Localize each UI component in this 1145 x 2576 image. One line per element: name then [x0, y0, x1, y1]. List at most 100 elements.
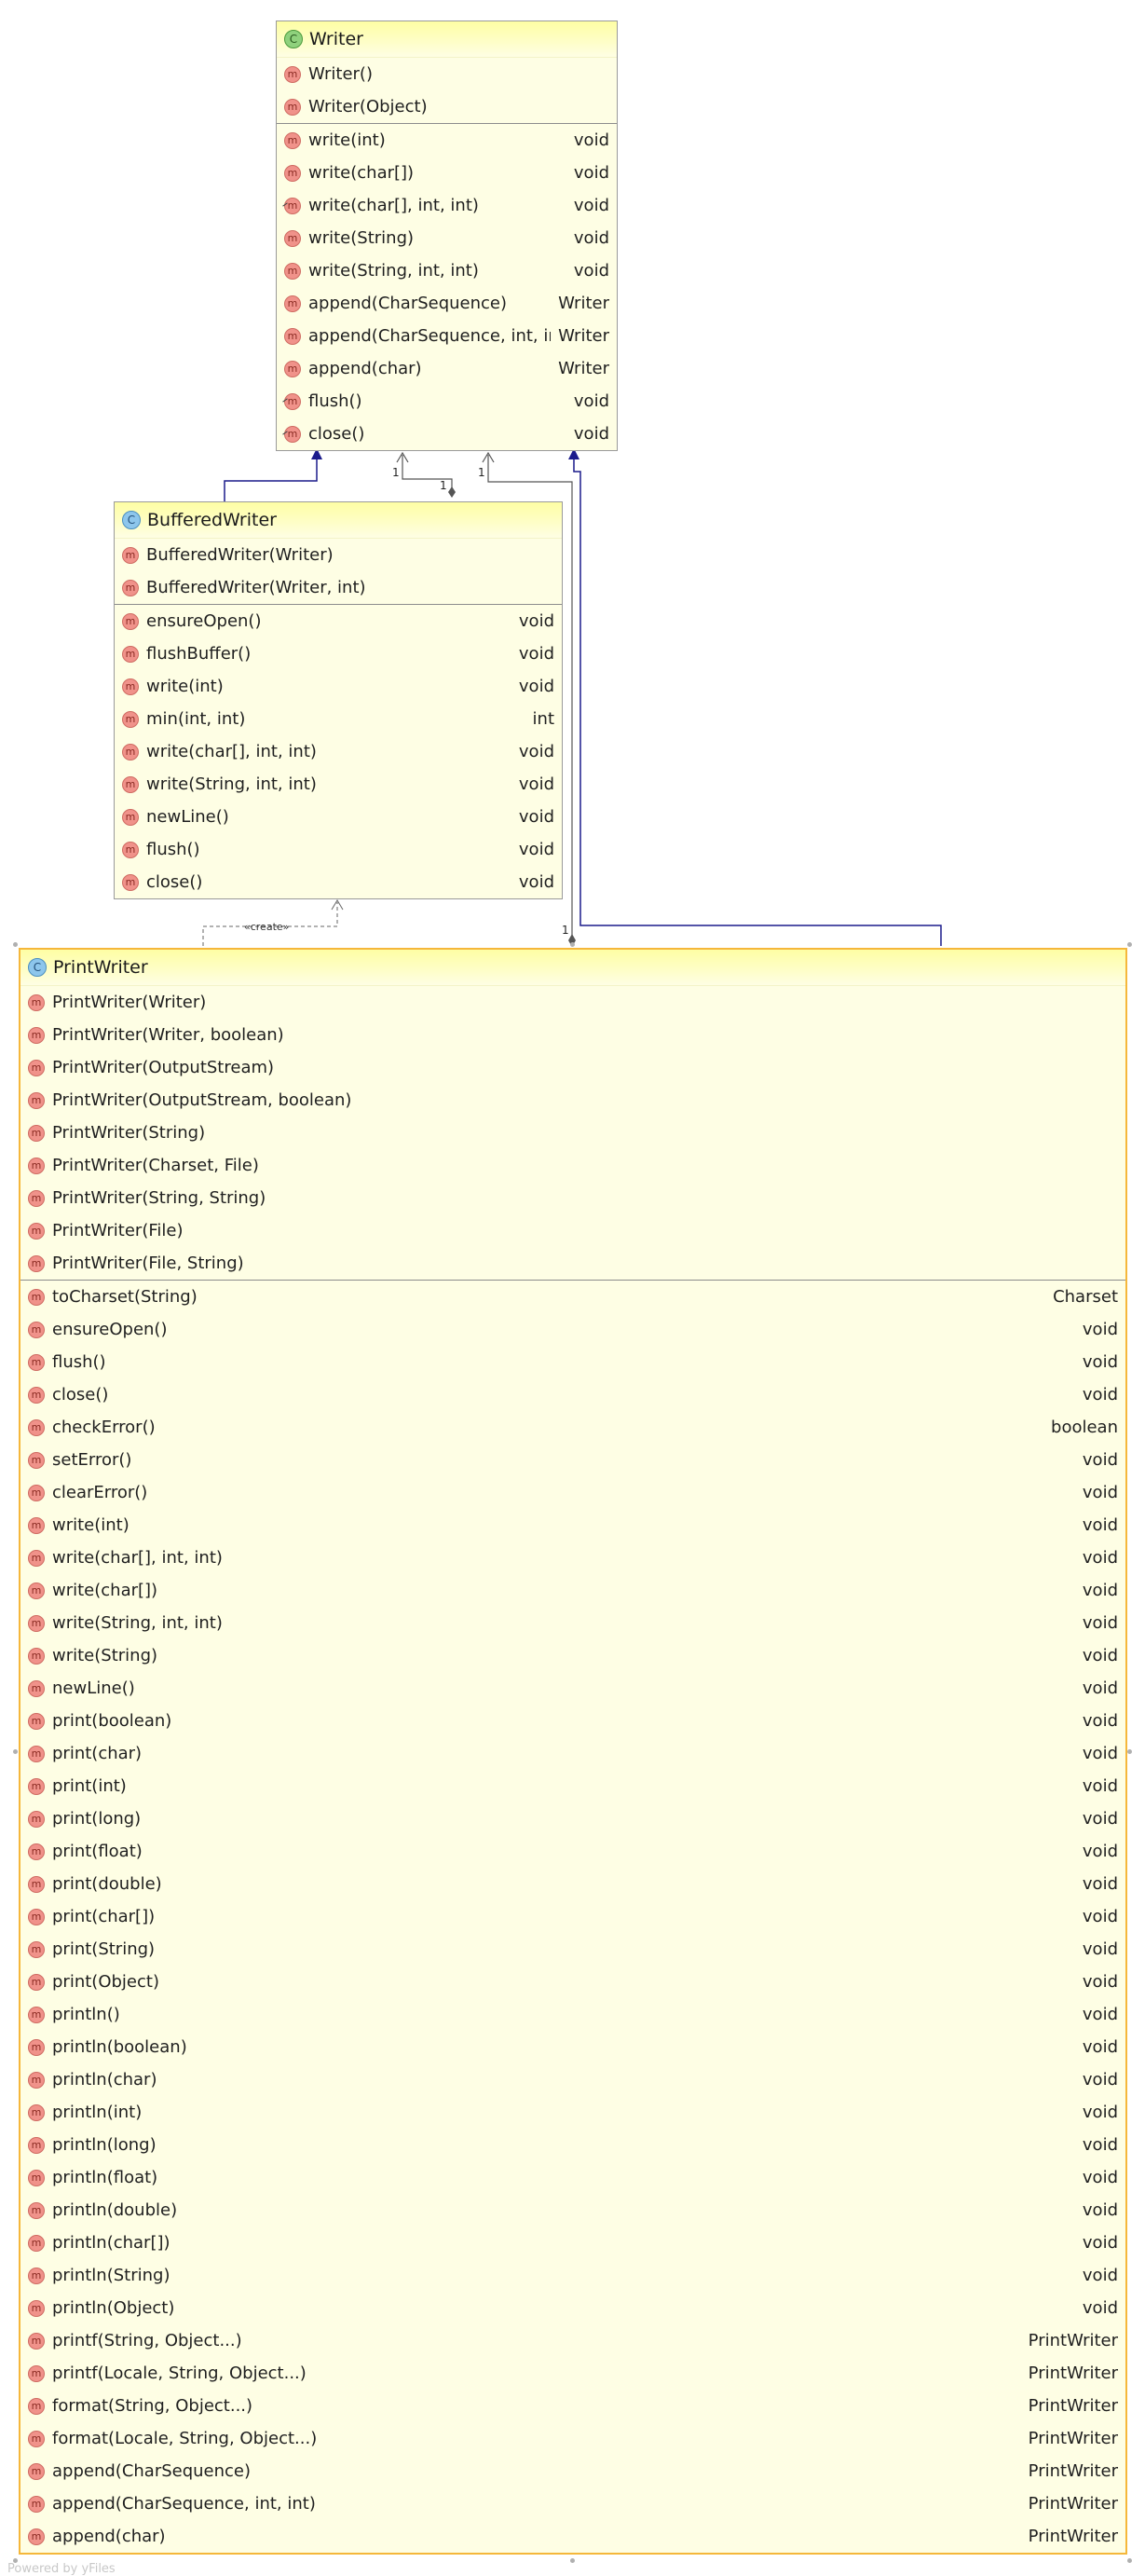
member-row[interactable]: m println(char[]) void	[20, 2227, 1125, 2259]
member-row[interactable]: m write(int) void	[115, 670, 562, 703]
member-row[interactable]: m write(char[], int, int) void	[115, 735, 562, 768]
method-icon: m	[28, 1026, 45, 1044]
method-icon: m	[284, 327, 301, 345]
member-row[interactable]: m print(int) void	[20, 1770, 1125, 1802]
member-row[interactable]: m flush() void	[277, 385, 617, 418]
resize-handle[interactable]	[13, 942, 18, 947]
member-row[interactable]: m print(char) void	[20, 1737, 1125, 1770]
class-box-bufferedwriter[interactable]: C BufferedWriter m BufferedWriter(Writer)…	[114, 501, 563, 899]
member-row[interactable]: m newLine() void	[115, 801, 562, 833]
member-row[interactable]: m print(double) void	[20, 1868, 1125, 1900]
member-row[interactable]: m write(char[]) void	[277, 157, 617, 189]
member-row[interactable]: m PrintWriter(Writer)	[20, 986, 1125, 1019]
member-return-type: void	[1082, 1613, 1118, 1633]
member-row[interactable]: m setError() void	[20, 1444, 1125, 1476]
class-header[interactable]: C Writer	[277, 21, 617, 58]
class-header[interactable]: C BufferedWriter	[115, 502, 562, 539]
member-row[interactable]: m write(int) void	[277, 124, 617, 157]
member-row[interactable]: m checkError() boolean	[20, 1411, 1125, 1444]
member-row[interactable]: m clearError() void	[20, 1476, 1125, 1509]
member-return-type: PrintWriter	[1028, 2364, 1118, 2383]
member-row[interactable]: m write(String, int, int) void	[20, 1607, 1125, 1639]
member-row[interactable]: m print(String) void	[20, 1933, 1125, 1966]
member-row[interactable]: m write(String, int, int) void	[277, 254, 617, 287]
member-row[interactable]: m print(Object) void	[20, 1966, 1125, 1998]
member-row[interactable]: m append(CharSequence) PrintWriter	[20, 2455, 1125, 2487]
class-header[interactable]: C PrintWriter	[20, 950, 1125, 986]
member-row[interactable]: m ensureOpen() void	[20, 1313, 1125, 1346]
member-row[interactable]: m PrintWriter(Writer, boolean)	[20, 1019, 1125, 1051]
member-row[interactable]: m println(long) void	[20, 2129, 1125, 2161]
member-row[interactable]: m PrintWriter(String)	[20, 1117, 1125, 1149]
member-row[interactable]: m append(CharSequence, int, int) Writer	[277, 320, 617, 352]
resize-handle[interactable]	[1127, 942, 1132, 947]
member-row[interactable]: m close() void	[20, 1378, 1125, 1411]
member-row[interactable]: m write(String) void	[277, 222, 617, 254]
member-return-type: void	[1082, 1450, 1118, 1470]
member-row[interactable]: m ensureOpen() void	[115, 605, 562, 637]
member-row[interactable]: m newLine() void	[20, 1672, 1125, 1705]
resize-handle[interactable]	[13, 1749, 18, 1754]
member-row[interactable]: m Writer(Object)	[277, 90, 617, 123]
member-row[interactable]: m print(boolean) void	[20, 1705, 1125, 1737]
member-row[interactable]: m print(char[]) void	[20, 1900, 1125, 1933]
member-row[interactable]: m BufferedWriter(Writer)	[115, 539, 562, 571]
member-row[interactable]: m println() void	[20, 1998, 1125, 2031]
member-row[interactable]: m toCharset(String) Charset	[20, 1281, 1125, 1313]
member-row[interactable]: m append(CharSequence) Writer	[277, 287, 617, 320]
member-row[interactable]: m println(double) void	[20, 2194, 1125, 2227]
member-row[interactable]: m PrintWriter(File)	[20, 1214, 1125, 1247]
resize-handle[interactable]	[570, 942, 575, 947]
member-row[interactable]: m close() void	[277, 418, 617, 450]
member-row[interactable]: m println(int) void	[20, 2096, 1125, 2129]
member-row[interactable]: m flush() void	[20, 1346, 1125, 1378]
member-row[interactable]: m println(float) void	[20, 2161, 1125, 2194]
resize-handle[interactable]	[1127, 1749, 1132, 1754]
member-row[interactable]: m BufferedWriter(Writer, int)	[115, 571, 562, 604]
member-row[interactable]: m write(String, int, int) void	[115, 768, 562, 801]
member-row[interactable]: m printf(Locale, String, Object...) PrintW…	[20, 2357, 1125, 2390]
member-row[interactable]: m write(String) void	[20, 1639, 1125, 1672]
class-name: Writer	[309, 29, 363, 49]
member-row[interactable]: m PrintWriter(File, String)	[20, 1247, 1125, 1280]
class-box-printwriter[interactable]: C PrintWriter m PrintWriter(Writer) m Print…	[19, 948, 1127, 2555]
member-row[interactable]: m println(String) void	[20, 2259, 1125, 2292]
member-row[interactable]: m PrintWriter(OutputStream)	[20, 1051, 1125, 1084]
member-row[interactable]: m PrintWriter(OutputStream, boolean)	[20, 1084, 1125, 1117]
member-return-type: void	[1082, 2168, 1118, 2187]
member-row[interactable]: m printf(String, Object...) PrintWriter	[20, 2324, 1125, 2357]
member-row[interactable]: m flush() void	[115, 833, 562, 866]
member-row[interactable]: m write(char[], int, int) void	[20, 1541, 1125, 1574]
member-name: append(CharSequence, int, int)	[308, 326, 552, 346]
member-name: Writer(Object)	[308, 97, 428, 116]
method-icon: m	[284, 262, 301, 280]
member-row[interactable]: m flushBuffer() void	[115, 637, 562, 670]
member-row[interactable]: m append(char) Writer	[277, 352, 617, 385]
member-row[interactable]: m print(long) void	[20, 1802, 1125, 1835]
method-icon: m	[122, 873, 139, 891]
member-name: PrintWriter(OutputStream)	[52, 1058, 275, 1077]
member-row[interactable]: m append(char) PrintWriter	[20, 2520, 1125, 2553]
member-row[interactable]: m format(String, Object...) PrintWriter	[20, 2390, 1125, 2422]
member-row[interactable]: m println(Object) void	[20, 2292, 1125, 2324]
member-row[interactable]: m PrintWriter(Charset, File)	[20, 1149, 1125, 1182]
member-row[interactable]: m close() void	[115, 866, 562, 898]
member-name: PrintWriter(File)	[52, 1221, 184, 1240]
member-row[interactable]: m append(CharSequence, int, int) PrintWrit…	[20, 2487, 1125, 2520]
methods-section: m write(int) void m write(char[]) void m write(…	[277, 123, 617, 450]
resize-handle[interactable]	[570, 2558, 575, 2563]
member-row[interactable]: m write(char[], int, int) void	[277, 189, 617, 222]
member-row[interactable]: m write(char[]) void	[20, 1574, 1125, 1607]
member-row[interactable]: m print(float) void	[20, 1835, 1125, 1868]
member-row[interactable]: m min(int, int) int	[115, 703, 562, 735]
member-row[interactable]: m println(boolean) void	[20, 2031, 1125, 2063]
inheritance-line-bufferedwriter	[224, 457, 318, 501]
class-box-writer[interactable]: C Writer m Writer() m Writer(Object) m write…	[276, 21, 618, 451]
method-icon: m	[28, 2201, 45, 2219]
member-row[interactable]: m PrintWriter(String, String)	[20, 1182, 1125, 1214]
member-row[interactable]: m write(int) void	[20, 1509, 1125, 1541]
member-row[interactable]: m println(char) void	[20, 2063, 1125, 2096]
resize-handle[interactable]	[1127, 2558, 1132, 2563]
member-row[interactable]: m Writer()	[277, 58, 617, 90]
member-row[interactable]: m format(Locale, String, Object...) PrintW…	[20, 2422, 1125, 2455]
